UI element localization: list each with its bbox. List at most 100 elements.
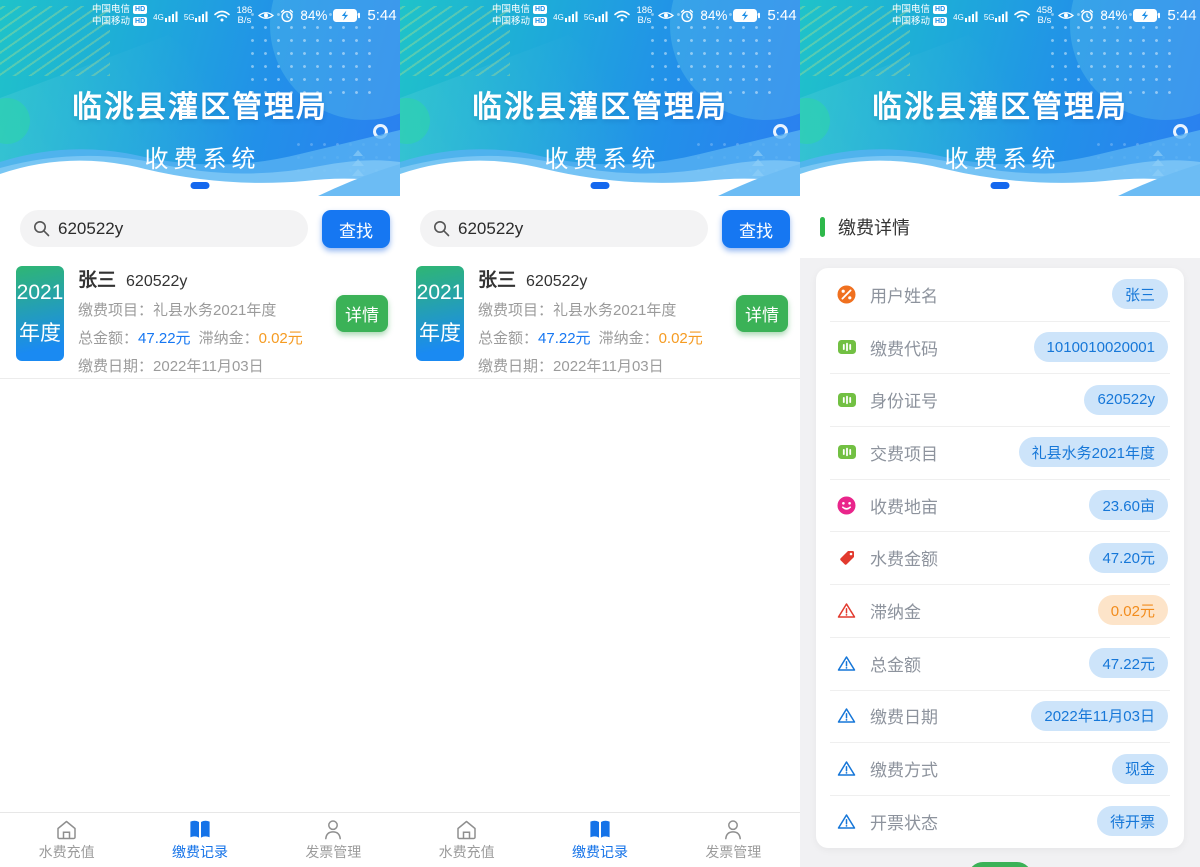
detail-label: 身份证号	[870, 387, 1084, 412]
status-bar: 中国电信HD 中国移动HD 4G 5G 458 B/s 84	[800, 4, 1200, 27]
book-icon	[188, 819, 212, 840]
carrier-2-label: 中国移动	[892, 16, 930, 27]
nav-label: 水费充值	[39, 842, 95, 862]
record-project-line: 缴费项目：礼县水务2021年度	[78, 299, 328, 320]
detail-label: 总金额	[870, 651, 1089, 676]
nav-label: 发票管理	[305, 842, 361, 862]
nav-label: 发票管理	[705, 842, 761, 862]
speed-unit: B/s	[1038, 16, 1052, 26]
search-field[interactable]	[58, 219, 278, 239]
nav-item-invoice-management[interactable]: 发票管理	[667, 813, 800, 867]
detail-row-id-number: 身份证号 620522y	[816, 373, 1184, 426]
detail-label: 滞纳金	[870, 598, 1098, 623]
detail-value-pill: 0.02元	[1098, 595, 1168, 625]
user-icon	[723, 819, 743, 840]
detail-label: 缴费代码	[870, 335, 1034, 360]
eye-icon	[258, 10, 274, 21]
eye-icon	[658, 10, 674, 21]
signal-4g-icon: 4G	[553, 10, 578, 22]
wifi-icon	[1014, 10, 1030, 22]
nav-item-water-recharge[interactable]: 水费充值	[400, 813, 533, 867]
detail-value-pill: 23.60亩	[1089, 490, 1168, 520]
detail-value-pill: 张三	[1112, 279, 1168, 309]
carrier-labels: 中国电信HD 中国移动HD	[492, 4, 547, 27]
bottom-nav: 水费充值 缴费记录 发票管理	[0, 812, 400, 867]
app-header: 临洮县灌区管理局 收费系统 中国电信HD 中国移动HD 4G 5G	[800, 0, 1200, 196]
bottom-action-button-partial[interactable]	[968, 862, 1032, 867]
carrier-2-label: 中国移动	[492, 16, 530, 27]
card-bars-icon	[836, 393, 857, 407]
hd-badge: HD	[133, 5, 147, 14]
detail-row-payment-code: 缴费代码 1010010020001	[816, 321, 1184, 374]
find-button[interactable]: 查找	[322, 210, 390, 248]
user-account: 620522y	[526, 273, 587, 291]
hd-badge: HD	[533, 5, 547, 14]
find-button[interactable]: 查找	[722, 210, 790, 248]
alarm-icon	[680, 9, 694, 23]
carrier-labels: 中国电信HD 中国移动HD	[892, 4, 947, 27]
record-date-line: 缴费日期：2022年11月03日	[78, 355, 328, 376]
network-speed: 186 B/s	[636, 6, 652, 26]
battery-icon	[733, 9, 760, 22]
three-screen-composite: 临洮县灌区管理局 收费系统 中国电信HD 中国移动HD 4G 5G	[0, 0, 1200, 867]
detail-label: 缴费日期	[870, 703, 1031, 728]
app-subtitle: 收费系统	[800, 139, 1200, 174]
nav-item-invoice-management[interactable]: 发票管理	[267, 813, 400, 867]
search-field[interactable]	[458, 219, 678, 239]
record-amount-line: 总金额：47.22元滞纳金：0.02元	[78, 327, 328, 348]
search-icon	[33, 220, 50, 237]
user-name: 张三	[78, 265, 116, 292]
detail-background: 用户姓名 张三 缴费代码 1010010020001 身份证号 620522y …	[800, 258, 1200, 867]
record-date-line: 缴费日期：2022年11月03日	[478, 355, 728, 376]
nav-item-payment-records[interactable]: 缴费记录	[533, 813, 666, 867]
bottom-nav: 水费充值 缴费记录 发票管理	[400, 812, 800, 867]
detail-button[interactable]: 详情	[736, 295, 788, 332]
year-label: 年度	[419, 317, 461, 347]
screen-payment-detail: 临洮县灌区管理局 收费系统 中国电信HD 中国移动HD 4G 5G	[800, 0, 1200, 867]
smiley-icon	[836, 496, 857, 515]
search-input[interactable]	[20, 210, 308, 247]
hd-badge: HD	[933, 5, 947, 14]
search-row: 查找	[20, 210, 390, 248]
percent-badge-icon	[836, 285, 857, 304]
year-value: 2021	[417, 281, 464, 305]
app-subtitle: 收费系统	[0, 139, 400, 174]
signal-5g-icon: 5G	[184, 10, 209, 22]
nav-item-water-recharge[interactable]: 水费充值	[0, 813, 133, 867]
carrier-labels: 中国电信HD 中国移动HD	[92, 4, 147, 27]
search-input[interactable]	[420, 210, 708, 247]
detail-value-pill: 1010010020001	[1034, 332, 1168, 362]
battery-percent: 84%	[1100, 8, 1127, 23]
carrier-2-label: 中国移动	[92, 16, 130, 27]
status-bar: 中国电信HD 中国移动HD 4G 5G 186 B/s 84	[400, 4, 800, 27]
net-5g-label: 5G	[584, 14, 595, 22]
detail-row-charged-area: 收费地亩 23.60亩	[816, 479, 1184, 532]
app-header: 临洮县灌区管理局 收费系统 中国电信HD 中国移动HD 4G 5G	[400, 0, 800, 196]
status-time: 5:44	[767, 7, 796, 24]
battery-percent: 84%	[700, 8, 727, 23]
year-value: 2021	[17, 281, 64, 305]
detail-value-pill: 现金	[1112, 754, 1168, 784]
card-bars-icon	[836, 340, 857, 354]
detail-label: 缴费方式	[870, 756, 1112, 781]
eye-icon	[1058, 10, 1074, 21]
detail-button[interactable]: 详情	[336, 295, 388, 332]
speed-value: 458	[1036, 6, 1052, 16]
nav-label: 缴费记录	[172, 842, 228, 862]
nav-label: 水费充值	[439, 842, 495, 862]
app-title: 临洮县灌区管理局	[0, 82, 400, 126]
detail-row-late-fee: 滞纳金 0.02元	[816, 584, 1184, 637]
detail-value-pill: 47.22元	[1089, 648, 1168, 678]
app-title: 临洮县灌区管理局	[400, 82, 800, 126]
detail-value-pill: 待开票	[1097, 806, 1168, 836]
list-divider	[0, 378, 400, 379]
alarm-icon	[1080, 9, 1094, 23]
year-badge: 2021 年度	[16, 266, 64, 361]
record-project-line: 缴费项目：礼县水务2021年度	[478, 299, 728, 320]
detail-label: 交费项目	[870, 440, 1019, 465]
detail-row-payment-method: 缴费方式 现金	[816, 742, 1184, 795]
signal-4g-icon: 4G	[953, 10, 978, 22]
header-indicator	[591, 182, 610, 189]
home-icon	[55, 819, 78, 840]
nav-item-payment-records[interactable]: 缴费记录	[133, 813, 266, 867]
